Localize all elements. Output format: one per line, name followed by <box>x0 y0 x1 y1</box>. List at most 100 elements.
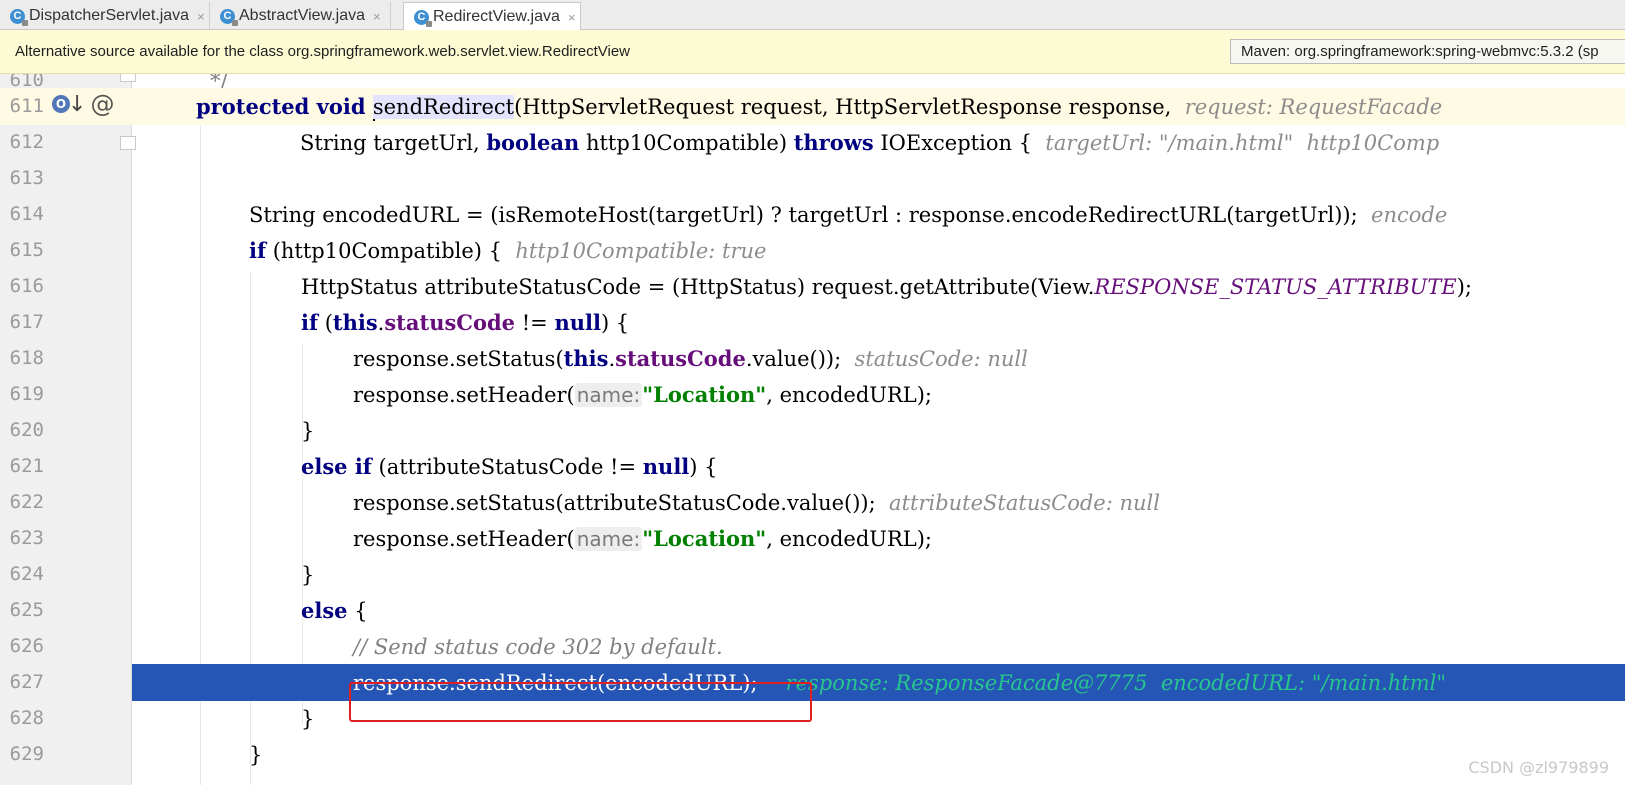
highlight-box <box>349 682 812 722</box>
line-number: 615 <box>9 239 44 261</box>
string-literal: "Location" <box>642 526 767 551</box>
code-line-620: 620 } <box>0 412 1625 449</box>
debug-hint: encode <box>1371 203 1448 227</box>
code-part: HttpStatus attributeStatusCode = (HttpSt… <box>301 275 1095 299</box>
line-number: 628 <box>9 707 44 729</box>
tab-redirectview[interactable]: C RedirectView.java × <box>403 2 581 31</box>
code-part: response.setStatus(attributeStatusCode.v… <box>353 491 890 515</box>
line-number: 623 <box>9 527 44 549</box>
code-text: response.setStatus(attributeStatusCode.v… <box>353 489 1160 519</box>
line-number: 611 <box>9 95 44 117</box>
source-selector-dropdown[interactable]: Maven: org.springframework:spring-webmvc… <box>1230 39 1625 64</box>
fold-marker[interactable] <box>120 136 136 150</box>
code-part: (attributeStatusCode != <box>371 455 643 479</box>
class-icon: C <box>414 9 432 27</box>
code-text: String encodedURL = (isRemoteHost(target… <box>249 201 1447 231</box>
code-line-621: 621 else if (attributeStatusCode != null… <box>0 448 1625 485</box>
keyword: null <box>642 454 690 479</box>
parameter-hint: name: <box>574 383 643 407</box>
close-icon[interactable]: × <box>373 9 381 24</box>
debug-hint: http10Compatible: true <box>515 239 767 263</box>
tab-label: RedirectView.java <box>433 8 560 25</box>
line-number: 622 <box>9 491 44 513</box>
annotation-icon[interactable]: @ <box>90 90 114 118</box>
code-editor[interactable]: 610 */ 611 O ↓ @ protected void sendRedi… <box>0 74 1625 785</box>
line-number: 618 <box>9 347 44 369</box>
class-icon: C <box>10 8 28 26</box>
debug-hint: request: RequestFacade <box>1184 95 1443 119</box>
code-part: String encodedURL = (isRemoteHost(target… <box>249 203 1372 227</box>
keyword: else if <box>301 454 372 479</box>
code-part: { <box>347 599 368 623</box>
tab-abstractview[interactable]: C AbstractView.java × <box>210 2 391 30</box>
tab-dispatcherservlet[interactable]: C DispatcherServlet.java × <box>0 2 210 30</box>
debug-hint: response: ResponseFacade@7775 encodedURL… <box>785 671 1447 695</box>
code-rest: (HttpServletRequest request, HttpServlet… <box>514 95 1185 119</box>
keyword: if <box>301 310 319 335</box>
constant: RESPONSE_STATUS_ATTRIBUTE <box>1094 275 1457 299</box>
code-part: response.setStatus( <box>353 347 564 371</box>
line-number: 624 <box>9 563 44 585</box>
code-text: } <box>301 419 315 443</box>
keyword: throws <box>793 130 874 155</box>
code-line-612: 612 String targetUrl, boolean http10Comp… <box>0 124 1625 161</box>
close-icon[interactable]: × <box>568 10 576 25</box>
code-part: String targetUrl, <box>300 131 487 155</box>
line-number: 627 <box>9 671 44 693</box>
line-number: 620 <box>9 419 44 441</box>
debug-hint: targetUrl: "/main.html" http10Comp <box>1045 131 1440 155</box>
code-part: ); <box>1456 275 1472 299</box>
close-icon[interactable]: × <box>197 9 205 24</box>
code-part: ) { <box>600 311 630 335</box>
code-part: http10Compatible) <box>579 131 794 155</box>
code-line-626: 626 // Send status code 302 by default. <box>0 628 1625 665</box>
line-number: 614 <box>9 203 44 225</box>
line-number: 617 <box>9 311 44 333</box>
tab-label: AbstractView.java <box>239 7 365 24</box>
code-line-618: 618 response.setStatus(this.statusCode.v… <box>0 340 1625 377</box>
code-part: IOException { <box>873 131 1046 155</box>
code-text: } <box>301 707 315 731</box>
alternative-source-banner: Alternative source available for the cla… <box>0 30 1625 74</box>
code-text: if (this.statusCode != null) { <box>301 309 629 339</box>
line-number: 612 <box>9 131 44 153</box>
parameter-hint: name: <box>574 527 643 551</box>
code-part: ( <box>318 311 333 335</box>
field: statusCode <box>384 310 516 335</box>
debug-hint: statusCode: null <box>854 347 1028 371</box>
code-line-616: 616 HttpStatus attributeStatusCode = (Ht… <box>0 268 1625 305</box>
arrow-down-icon[interactable]: ↓ <box>68 92 86 117</box>
line-number: 619 <box>9 383 44 405</box>
code-text: response.setHeader(name:"Location", enco… <box>353 381 932 411</box>
keyword: protected void <box>196 94 373 119</box>
keyword: if <box>249 238 267 263</box>
field: statusCode <box>615 346 746 371</box>
keyword: else <box>301 598 348 623</box>
line-number: 613 <box>9 167 44 189</box>
code-line-623: 623 response.setHeader(name:"Location", … <box>0 520 1625 557</box>
code-part: response.setHeader( <box>353 383 575 407</box>
code-text: String targetUrl, boolean http10Compatib… <box>300 129 1439 159</box>
code-line-624: 624 } <box>0 556 1625 593</box>
gutter-icons: O ↓ @ <box>52 90 114 118</box>
code-part: response.setHeader( <box>353 527 575 551</box>
keyword: boolean <box>486 130 580 155</box>
code-part: , encodedURL); <box>766 383 932 407</box>
code-line-622: 622 response.setStatus(attributeStatusCo… <box>0 484 1625 521</box>
code-line-617: 617 if (this.statusCode != null) { <box>0 304 1625 341</box>
code-part: , encodedURL); <box>766 527 932 551</box>
code-line-628: 628 } <box>0 700 1625 737</box>
code-text: } <box>301 563 315 587</box>
code-comment: // Send status code 302 by default. <box>353 635 723 659</box>
fold-marker[interactable] <box>120 74 136 82</box>
code-part: (http10Compatible) { <box>266 239 516 263</box>
code-line-611: 611 O ↓ @ protected void sendRedirect(Ht… <box>0 88 1625 125</box>
code-text: if (http10Compatible) { http10Compatible… <box>249 237 766 267</box>
line-number: 616 <box>9 275 44 297</box>
code-text: response.setHeader(name:"Location", enco… <box>353 525 932 555</box>
line-number: 625 <box>9 599 44 621</box>
code-text: protected void sendRedirect(HttpServletR… <box>196 93 1442 123</box>
code-part: .value()); <box>745 347 855 371</box>
code-line-625: 625 else { <box>0 592 1625 629</box>
method-name: sendRedirect <box>372 95 515 119</box>
